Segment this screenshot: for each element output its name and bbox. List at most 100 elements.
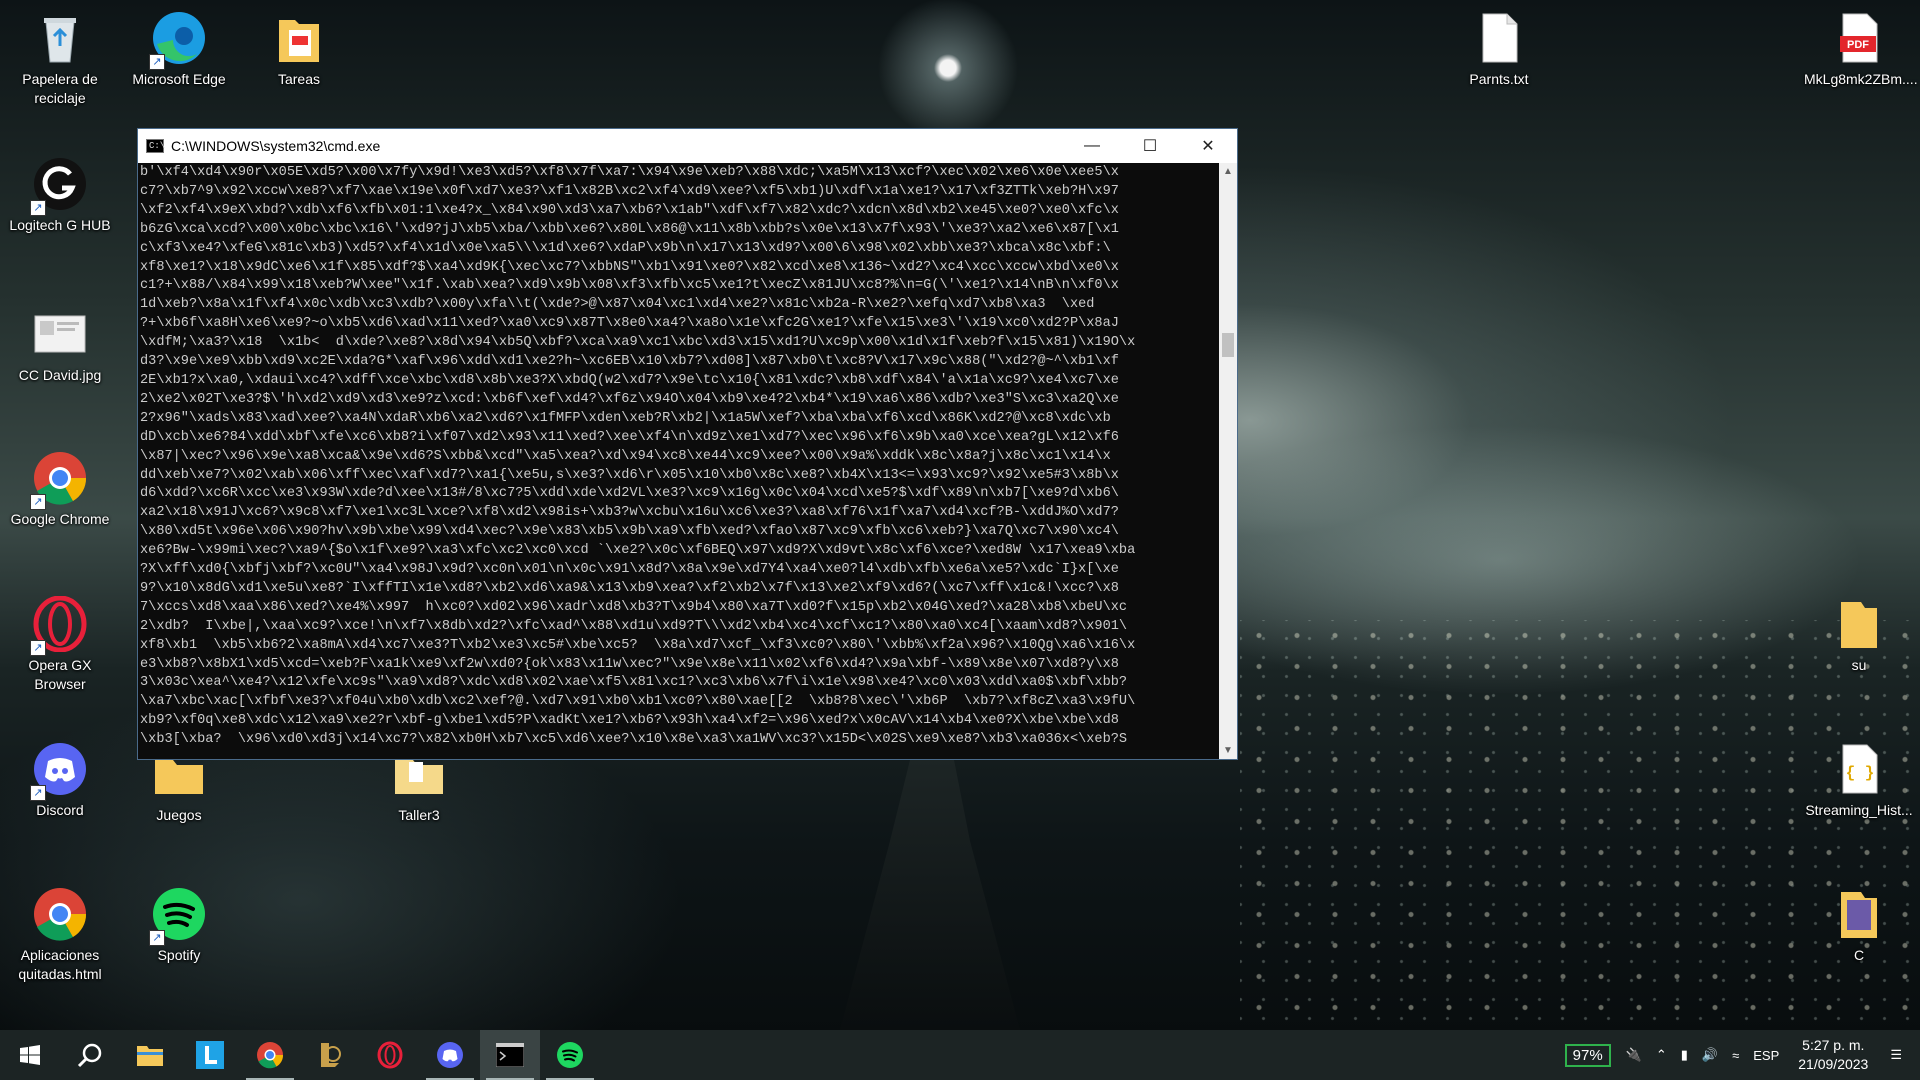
file-explorer-icon [137,1046,163,1066]
scroll-up-arrow-icon[interactable]: ▲ [1219,163,1237,180]
desktop-icon-aplicaciones-quitadas[interactable]: Aplicaciones quitadas.html [5,880,115,984]
desktop-icon-google-chrome[interactable]: ↗ Google Chrome [5,444,115,529]
cmd-output-line: \x80\xd5t\x96e\x06\x90?hv\x9b\xbe\x99\xd… [140,524,1119,540]
logitech-icon: ↗ [30,156,88,216]
desktop-icon-su[interactable]: su [1804,590,1914,675]
chrome-icon: ↗ [30,450,88,510]
image-file-icon [32,306,88,362]
clock-date: 21/09/2023 [1798,1056,1869,1072]
league-icon [321,1043,341,1067]
cmd-output-line: xe6?Bw-\x99mi\xec?\xa9^{$o\x1f\xe9?\xa3\… [140,543,1136,559]
desktop-icon-label: Discord [36,802,84,818]
maximize-button[interactable]: ☐ [1121,129,1179,163]
cmd-output-line: b'\xf4\xd4\x90r\x05E\xd5?\x00\x7fy\x9d!\… [140,165,1119,180]
desktop-icon-microsoft-edge[interactable]: ↗ Microsoft Edge [124,4,234,89]
desktop-icon-recycle-bin[interactable]: Papelera de reciclaje [5,4,115,108]
taskbar-league[interactable] [300,1030,360,1080]
desktop-icon-parnts-txt[interactable]: Parnts.txt [1444,4,1554,89]
shortcut-arrow-icon: ↗ [30,640,46,656]
battery-icon[interactable]: ▮ [1674,1047,1695,1063]
close-button[interactable]: ✕ [1179,129,1237,163]
desktop-icon-logitech[interactable]: ↗ Logitech G HUB [5,150,115,235]
cmd-output-line: 2E\xb1?x\xa0,\xdaui\xc4?\xdff\xce\xbc\xd… [140,372,1119,388]
desktop-icon-c[interactable]: C [1804,880,1914,965]
chrome-icon [32,886,88,942]
desktop-icon-label: Logitech G HUB [9,217,111,233]
system-tray: 97% 🔌 ⌃ ▮ 🔊 ≈ ESP 5:27 p. m. 21/09/2023 … [1564,1030,1920,1080]
wallpaper-figure [840,760,1020,1030]
cmd-output-line: c1?+\x88/\x84\x99\x18\xeb?W\xee"\x1f.\xa… [140,278,1119,294]
taskbar: 97% 🔌 ⌃ ▮ 🔊 ≈ ESP 5:27 p. m. 21/09/2023 … [0,1030,1920,1080]
desktop-icon-label: Aplicaciones quitadas.html [18,947,102,982]
discord-icon [437,1042,463,1068]
vertical-scrollbar[interactable]: ▲ ▼ [1219,163,1237,759]
edge-icon: ↗ [149,10,207,70]
cmd-output-line: d6\xdd?\xc6R\xcc\xe3\x93W\xde?d\xee\x13#… [140,486,1119,502]
cmd-output-line: d3?\x9e\xe9\xbb\xd9\xc2E\xda?G*\xaf\x96\… [140,354,1119,370]
opera-icon: ↗ [30,595,88,656]
volume-icon[interactable]: 🔊 [1695,1047,1725,1063]
chevron-up-icon[interactable]: ⌃ [1649,1047,1674,1063]
cmd-window[interactable]: C:\ C:\WINDOWS\system32\cmd.exe — ☐ ✕ b'… [137,128,1238,760]
cmd-titlebar[interactable]: C:\ C:\WINDOWS\system32\cmd.exe — ☐ ✕ [138,129,1237,163]
desktop-icon-discord[interactable]: ↗ Discord [5,735,115,820]
notifications-icon[interactable]: ☰ [1880,1047,1920,1063]
desktop-icon-label: CC David.jpg [18,367,102,383]
taskbar-discord[interactable] [420,1030,480,1080]
opera-icon [377,1041,403,1069]
clock-time: 5:27 p. m. [1802,1037,1865,1053]
desktop-icon-label: Google Chrome [10,511,110,527]
desktop-icon-opera-gx[interactable]: ↗ Opera GX Browser [5,590,115,694]
cmd-output-line: \xb3[\xba? \x96\xd0\xd3j\x14\xc7?\x82\xb… [140,732,1128,748]
cmd-output-line: 7\xccs\xd8\xaa\x86\xed?\xe4%\x997 h\xc0?… [140,599,1128,615]
cmd-output-line: xf8\xb1 \xb5\xb6?2\xa8mA\xd4\xc7\xe3?T\x… [140,637,1136,653]
spotify-icon [557,1042,583,1068]
cmd-output-line: e3\xb8?\x8bX1\xd5\xcd=\xeb?F\xa1k\xe9\xf… [140,656,1119,672]
clock[interactable]: 5:27 p. m. 21/09/2023 [1786,1036,1880,1074]
desktop-icon-label: su [1851,657,1867,673]
cmd-app-icon: C:\ [146,139,165,153]
cmd-output-line: ?+\xb6f\xa8H\xe6\xe9?~o\xb5\xd6\xad\x11\… [140,316,1119,332]
shortcut-arrow-icon: ↗ [30,785,46,801]
desktop-icon-streaming-history[interactable]: { } Streaming_Hist... [1804,735,1914,820]
cmd-output-line: \xa7\xbc\xac[\xfbf\xe3?\xf04u\xb0\xdb\xc… [140,694,1136,710]
shortcut-arrow-icon: ↗ [149,54,165,70]
cmd-output-line: 1d\xeb?\x8a\x1f\xf4\x0c\xdb\xc3\xdb?\x00… [140,297,1095,313]
taskbar-spotify[interactable] [540,1030,600,1080]
pdf-folder-icon [271,10,327,66]
desktop-icon-mklg-pdf[interactable]: PDF MkLg8mk2ZBm.... [1804,4,1918,89]
text-file-icon [1471,10,1527,66]
scroll-down-arrow-icon[interactable]: ▼ [1219,742,1237,759]
taskbar-opera[interactable] [360,1030,420,1080]
search-button[interactable] [60,1030,120,1080]
svg-text:PDF: PDF [1847,39,1869,51]
spotify-icon: ↗ [149,886,207,946]
minimize-button[interactable]: — [1063,129,1121,163]
cmd-output-line: xb9?\xf0q\xe8\xdc\x12\xa9\xe2?r\xbf-g\xb… [140,713,1119,729]
taskbar-file-explorer[interactable] [120,1030,180,1080]
battery-percentage[interactable]: 97% [1564,1043,1611,1067]
start-button[interactable] [0,1030,60,1080]
scrollbar-thumb[interactable] [1222,333,1234,357]
wallpaper-sparkles [1240,620,1920,1040]
plug-icon[interactable]: 🔌 [1619,1047,1649,1063]
svg-text:{ }: { } [1846,764,1875,782]
cmd-output-line: \x87|\xec?\x96\x9e\xa8\xca&\x9e\xd6?S\xb… [140,448,1111,464]
taskbar-cmd[interactable] [480,1030,540,1080]
taskbar-chrome[interactable] [240,1030,300,1080]
language-indicator[interactable]: ESP [1746,1048,1786,1063]
desktop-icon-label: Streaming_Hist... [1805,802,1913,818]
desktop-icon-spotify[interactable]: ↗ Spotify [124,880,234,965]
desktop-icon-cc-david[interactable]: CC David.jpg [5,300,115,385]
shortcut-arrow-icon: ↗ [149,930,165,946]
desktop-icon-label: Spotify [157,947,201,963]
folder-icon [1831,886,1887,942]
cmd-output-line: dD\xcb\xe6?84\xdd\xbf\xfe\xc6\xb8?i\xf07… [140,429,1119,445]
desktop-icon-label: Papelera de reciclaje [22,71,98,106]
cmd-output[interactable]: b'\xf4\xd4\x90r\x05E\xd5?\x00\x7fy\x9d!\… [138,163,1219,759]
cmd-output-line: c7?\xb7^9\x92\xccw\xe8?\xf7\xae\x19e\x0f… [140,183,1119,199]
desktop-icon-tareas[interactable]: Tareas [244,4,354,89]
desktop-icon-label: Microsoft Edge [132,71,226,87]
taskbar-l-app[interactable] [180,1030,240,1080]
wifi-icon[interactable]: ≈ [1725,1048,1746,1063]
